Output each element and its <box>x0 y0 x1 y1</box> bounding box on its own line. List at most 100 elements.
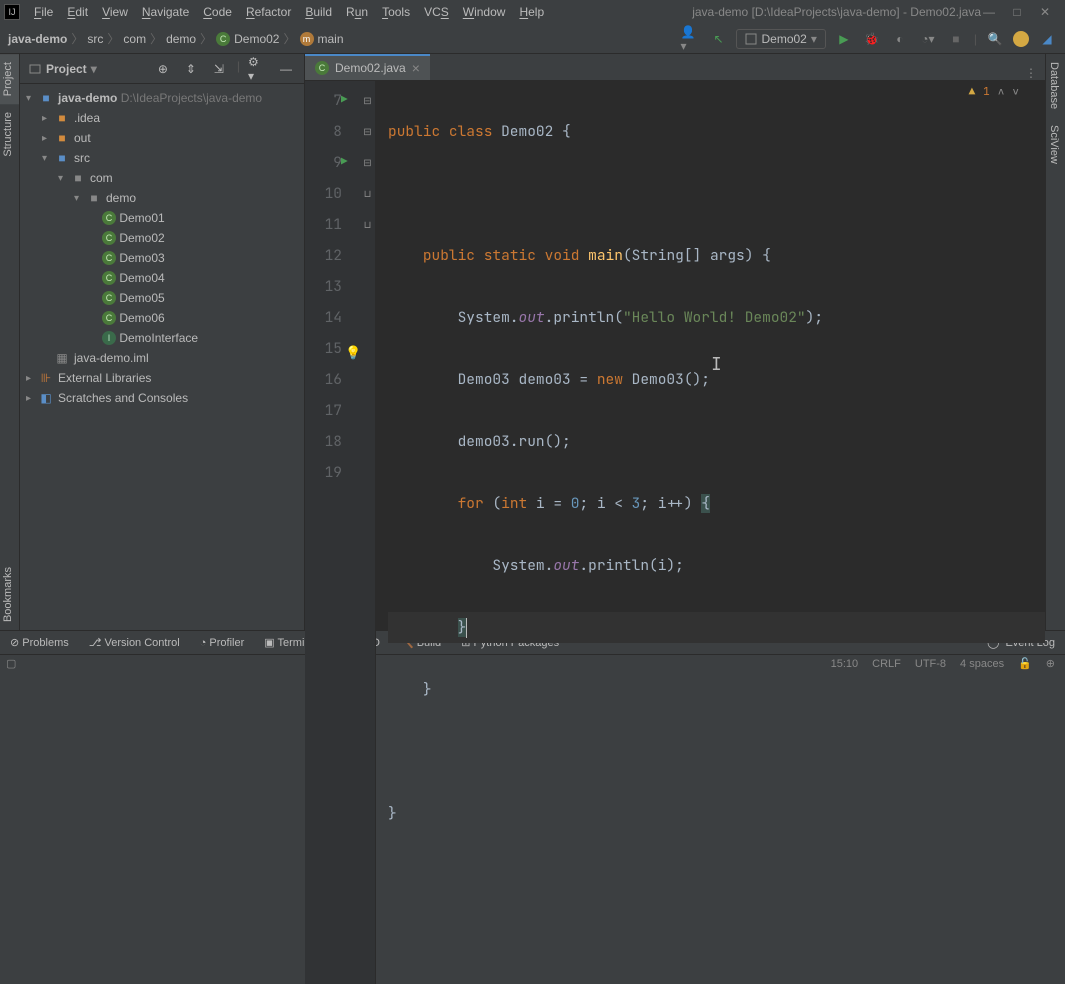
toolwindow-sciview-tab[interactable]: SciView <box>1046 117 1062 172</box>
tree-scratches[interactable]: ▸◧Scratches and Consoles <box>20 388 304 408</box>
profile-button[interactable]: ◔▾ <box>918 29 938 49</box>
editor-tab-label: Demo02.java <box>335 61 406 75</box>
class-icon: C <box>315 61 329 75</box>
menu-refactor[interactable]: Refactor <box>240 3 297 21</box>
class-icon: C <box>102 211 116 225</box>
editor-tab-demo02[interactable]: C Demo02.java × <box>305 54 430 80</box>
window-title: java-demo [D:\IdeaProjects\java-demo] - … <box>692 5 981 19</box>
breadcrumb-item[interactable]: src <box>87 32 103 46</box>
editor-body[interactable]: 789 101112 131415 161718 19 ▶ ▶ 💡 ⊟⊟⊟⊔⊔ … <box>305 81 1045 984</box>
project-tree: ▾■java-demo D:\IdeaProjects\java-demo ▸■… <box>20 84 304 630</box>
add-user-icon[interactable]: 👤▾ <box>680 29 700 49</box>
editor-tabbar: C Demo02.java × ⋮ <box>305 54 1045 81</box>
expand-all-icon[interactable]: ⇕ <box>181 59 201 79</box>
coverage-button[interactable]: ◐ <box>890 29 910 49</box>
menu-code[interactable]: Code <box>197 3 238 21</box>
intention-bulb-icon[interactable]: 💡 <box>345 337 361 368</box>
project-icon <box>28 62 42 76</box>
tree-src-folder[interactable]: ▾■src <box>20 148 304 168</box>
run-config-selector[interactable]: Demo02 ▾ <box>736 29 825 49</box>
tree-out-folder[interactable]: ▸■out <box>20 128 304 148</box>
toolwindow-project-tab[interactable]: Project <box>0 54 19 104</box>
avatar[interactable] <box>1013 31 1029 47</box>
inspection-widget[interactable]: ▲1 ∧∨ <box>969 85 1019 99</box>
debug-button[interactable]: 🐞 <box>862 29 882 49</box>
maximize-button[interactable]: □ <box>1009 4 1025 20</box>
run-gutter-icon[interactable]: ▶ <box>341 85 348 116</box>
search-icon[interactable]: 🔍 <box>985 29 1005 49</box>
menu-file[interactable]: File <box>28 3 59 21</box>
app-icon: IJ <box>4 4 20 20</box>
navbar: java-demo 〉 src 〉 com 〉 demo 〉 C Demo02 … <box>0 24 1065 54</box>
menu-help[interactable]: Help <box>513 3 550 21</box>
menu-edit[interactable]: Edit <box>61 3 94 21</box>
close-button[interactable]: ✕ <box>1037 4 1053 20</box>
problems-tool[interactable]: ⊘ Problems <box>10 636 69 649</box>
menu-tools[interactable]: Tools <box>376 3 416 21</box>
menu-run[interactable]: Run <box>340 3 374 21</box>
breadcrumb: java-demo 〉 src 〉 com 〉 demo 〉 C Demo02 … <box>8 30 344 47</box>
class-icon: C <box>102 291 116 305</box>
vcs-tool[interactable]: ⎇ Version Control <box>89 636 180 649</box>
stop-button[interactable]: ■ <box>946 29 966 49</box>
project-panel-title[interactable]: Project ▾ <box>28 62 97 76</box>
breadcrumb-item[interactable]: java-demo <box>8 32 67 46</box>
menubar: File Edit View Navigate Code Refactor Bu… <box>28 3 672 21</box>
run-config-name: Demo02 <box>761 32 806 46</box>
main-layout: Project Structure Bookmarks Project ▾ ⊕ … <box>0 54 1065 630</box>
class-icon: C <box>102 251 116 265</box>
minimize-button[interactable]: — <box>981 4 997 20</box>
editor-tab-options[interactable]: ⋮ <box>1017 66 1045 80</box>
breadcrumb-item[interactable]: demo <box>166 32 196 46</box>
run-gutter-icon[interactable]: ▶ <box>341 147 348 178</box>
select-opened-icon[interactable]: ⊕ <box>153 59 173 79</box>
tree-root[interactable]: ▾■java-demo D:\IdeaProjects\java-demo <box>20 88 304 108</box>
toolwindow-toggle-icon[interactable]: ▢ <box>6 657 16 670</box>
class-icon: C <box>102 231 116 245</box>
tree-iml-file[interactable]: ▦java-demo.iml <box>20 348 304 368</box>
text-cursor-icon: I <box>711 349 722 380</box>
menu-vcs[interactable]: VCS <box>418 3 455 21</box>
tree-external-libs[interactable]: ▸⊪External Libraries <box>20 368 304 388</box>
tree-com-folder[interactable]: ▾■com <box>20 168 304 188</box>
hide-icon[interactable]: — <box>276 59 296 79</box>
class-icon: C <box>216 32 230 46</box>
right-toolwindow-bar: Database SciView <box>1045 54 1065 630</box>
status-extra-icon[interactable]: ⊕ <box>1046 657 1055 670</box>
line-number-gutter[interactable]: 789 101112 131415 161718 19 ▶ ▶ 💡 <box>305 81 360 984</box>
run-button[interactable]: ▶ <box>834 29 854 49</box>
class-icon: C <box>102 311 116 325</box>
project-panel: Project ▾ ⊕ ⇕ ⇲ | ⚙ ▾ — ▾■java-demo D:\I… <box>20 54 305 630</box>
ide-updates-icon[interactable]: ◢ <box>1037 29 1057 49</box>
tree-class-demo03[interactable]: C Demo03 <box>20 248 304 268</box>
menu-navigate[interactable]: Navigate <box>136 3 195 21</box>
tree-class-demo04[interactable]: C Demo04 <box>20 268 304 288</box>
tree-class-demo02[interactable]: C Demo02 <box>20 228 304 248</box>
tree-idea-folder[interactable]: ▸■.idea <box>20 108 304 128</box>
build-icon[interactable]: ↖ <box>708 29 728 49</box>
menu-view[interactable]: View <box>96 3 134 21</box>
profiler-tool[interactable]: ◔ Profiler <box>200 637 245 649</box>
tree-interface[interactable]: I DemoInterface <box>20 328 304 348</box>
breadcrumb-item[interactable]: main <box>318 32 344 46</box>
toolwindow-structure-tab[interactable]: Structure <box>0 104 19 165</box>
interface-icon: I <box>102 331 116 345</box>
warning-icon: ▲ <box>969 85 976 99</box>
project-panel-header: Project ▾ ⊕ ⇕ ⇲ | ⚙ ▾ — <box>20 54 304 84</box>
toolwindow-bookmarks-tab[interactable]: Bookmarks <box>0 559 19 630</box>
breadcrumb-item[interactable]: Demo02 <box>234 32 279 46</box>
settings-icon[interactable]: ⚙ ▾ <box>248 59 268 79</box>
breadcrumb-item[interactable]: com <box>123 32 146 46</box>
fold-gutter[interactable]: ⊟⊟⊟⊔⊔ <box>360 81 376 984</box>
tab-close-icon[interactable]: × <box>412 60 420 76</box>
tree-demo-folder[interactable]: ▾■demo <box>20 188 304 208</box>
toolwindow-database-tab[interactable]: Database <box>1046 54 1062 117</box>
code-editor[interactable]: public class Demo02 { public static void… <box>376 81 1045 984</box>
collapse-all-icon[interactable]: ⇲ <box>209 59 229 79</box>
menu-build[interactable]: Build <box>299 3 338 21</box>
menu-window[interactable]: Window <box>457 3 512 21</box>
config-icon <box>745 33 757 45</box>
tree-class-demo01[interactable]: C Demo01 <box>20 208 304 228</box>
tree-class-demo05[interactable]: C Demo05 <box>20 288 304 308</box>
tree-class-demo06[interactable]: C Demo06 <box>20 308 304 328</box>
